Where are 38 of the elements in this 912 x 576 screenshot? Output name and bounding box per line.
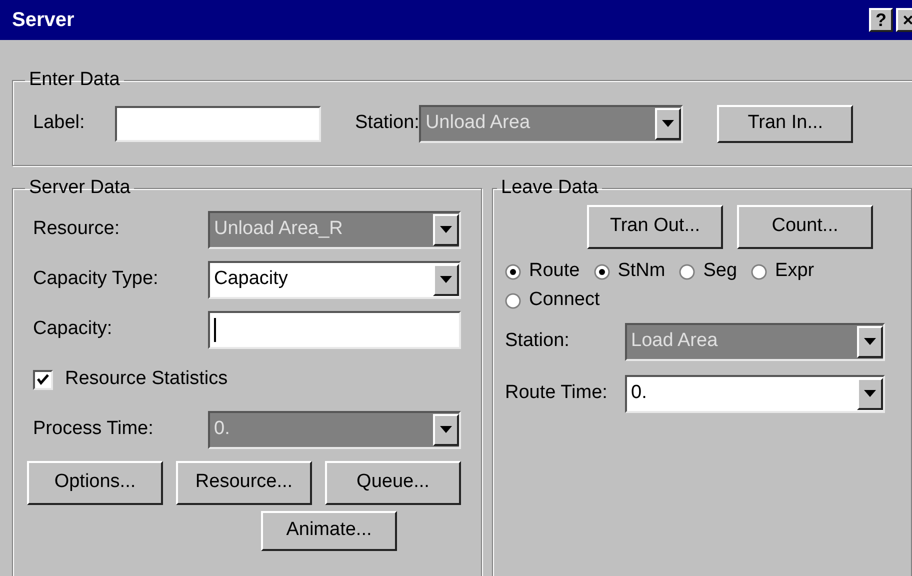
field-label: Route Time: — [505, 381, 608, 406]
radio-option[interactable]: Connect — [505, 286, 600, 315]
radio-option[interactable]: Expr — [751, 257, 814, 286]
group-title: Server Data — [28, 176, 132, 200]
group-title: Leave Data — [500, 176, 600, 200]
input-field[interactable] — [208, 310, 461, 348]
dialog-button[interactable]: Resource... — [176, 460, 312, 504]
check-icon — [37, 374, 49, 385]
field-label: Resource Statistics — [65, 367, 228, 392]
radio-option[interactable]: Seg — [679, 257, 738, 286]
group-title: Enter Data — [28, 68, 121, 92]
tran-in-button[interactable]: Tran In... — [717, 104, 854, 142]
field-label: Station: — [505, 329, 570, 354]
field-label: Capacity: — [33, 317, 114, 342]
radio-option[interactable]: StNm — [594, 257, 666, 286]
field-label: Resource: — [33, 217, 121, 242]
title-bar-button[interactable]: ? — [869, 8, 893, 32]
dropdown-field[interactable]: 0. — [625, 374, 885, 412]
field-label: Station: — [355, 112, 420, 134]
caret-icon — [662, 120, 674, 127]
caret-icon — [864, 338, 876, 345]
field-label: Label: — [33, 111, 86, 136]
caret-icon — [440, 226, 452, 233]
caret-icon — [440, 276, 452, 283]
radio-option[interactable]: Route — [505, 257, 580, 286]
input-field[interactable] — [115, 106, 321, 142]
dialog-button[interactable]: Animate... — [261, 510, 397, 550]
caret-icon — [440, 426, 452, 433]
dialog-button[interactable]: Queue... — [325, 460, 461, 504]
caret-icon — [864, 390, 876, 397]
checkbox[interactable] — [33, 370, 53, 390]
window-title: Server — [12, 8, 76, 33]
dialog-button[interactable]: Count... — [737, 204, 873, 248]
dialog-button[interactable]: Tran Out... — [587, 204, 723, 248]
field-label: Capacity Type: — [33, 267, 160, 292]
field-label: Process Time: — [33, 417, 154, 442]
dropdown-field[interactable]: Capacity — [208, 260, 461, 298]
dialog-button[interactable]: Options... — [27, 460, 163, 504]
